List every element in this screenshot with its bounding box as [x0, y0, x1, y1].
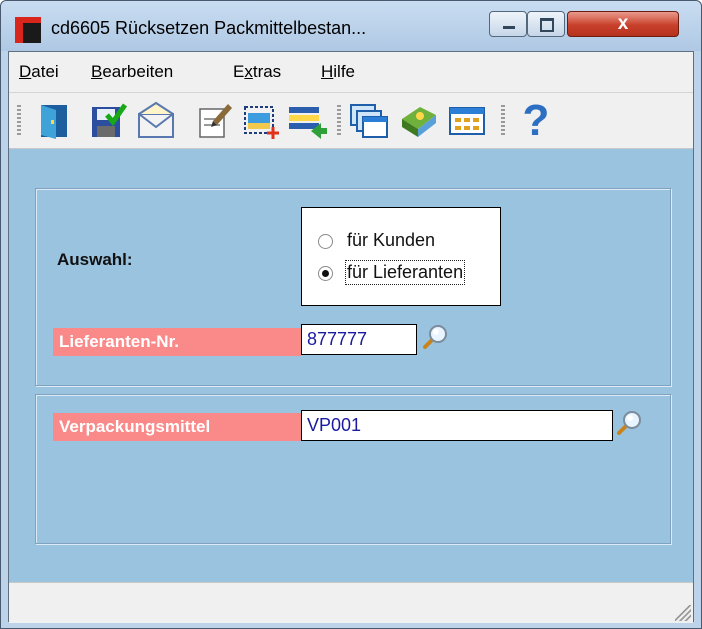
close-button[interactable]: x: [567, 11, 679, 37]
radio-kunden[interactable]: [318, 234, 333, 249]
toolbar-grip[interactable]: [501, 105, 505, 137]
menu-bearbeiten[interactable]: Bearbeiten: [91, 62, 173, 82]
menu-extras[interactable]: Extras: [233, 62, 281, 82]
mail-icon[interactable]: [136, 101, 176, 141]
toolbar-grip[interactable]: [337, 105, 341, 137]
search-icon[interactable]: [420, 322, 450, 352]
radio-kunden-label[interactable]: für Kunden: [347, 230, 435, 251]
book-icon[interactable]: [398, 101, 438, 141]
status-bar: [9, 582, 693, 623]
radio-lieferanten-label[interactable]: für Lieferanten: [344, 260, 466, 285]
windows-icon[interactable]: [349, 101, 389, 141]
transfer-list-icon[interactable]: [287, 101, 327, 141]
menu-hilfe[interactable]: Hilfe: [321, 62, 355, 82]
search-icon[interactable]: [614, 408, 644, 438]
help-icon[interactable]: ?: [516, 99, 556, 143]
verpackungsmittel-field[interactable]: VP001: [301, 410, 613, 441]
radio-lieferanten[interactable]: [318, 266, 333, 281]
app-icon[interactable]: [15, 17, 41, 43]
lieferanten-nr-field[interactable]: 877777: [301, 324, 417, 355]
minimize-button[interactable]: [489, 11, 527, 37]
toolbar-grip[interactable]: [17, 105, 21, 137]
auswahl-label: Auswahl:: [57, 250, 133, 269]
save-check-icon[interactable]: [87, 101, 127, 141]
client-area: Datei Bearbeiten Extras Hilfe ? Auswahl:…: [8, 51, 694, 623]
toolbar: ?: [9, 93, 693, 149]
resize-grip[interactable]: [675, 605, 691, 621]
close-icon: x: [617, 13, 629, 34]
lieferanten-nr-label: Lieferanten-Nr.: [53, 328, 301, 356]
menu-bar: Datei Bearbeiten Extras Hilfe: [9, 52, 693, 93]
edit-document-icon[interactable]: [195, 101, 235, 141]
new-frame-icon[interactable]: [241, 101, 281, 141]
exit-door-icon[interactable]: [34, 101, 74, 141]
title-bar[interactable]: cd6605 Rücksetzen Packmittelbestan... x: [1, 1, 701, 51]
window-title: cd6605 Rücksetzen Packmittelbestan...: [51, 18, 367, 38]
table-grid-icon[interactable]: [447, 101, 487, 141]
radio-group-box: für Kunden für Lieferanten: [301, 207, 501, 306]
application-window: cd6605 Rücksetzen Packmittelbestan... x …: [0, 0, 702, 629]
maximize-button[interactable]: [527, 11, 565, 37]
menu-datei[interactable]: Datei: [19, 62, 59, 82]
verpackungsmittel-label: Verpackungsmittel: [53, 413, 301, 441]
